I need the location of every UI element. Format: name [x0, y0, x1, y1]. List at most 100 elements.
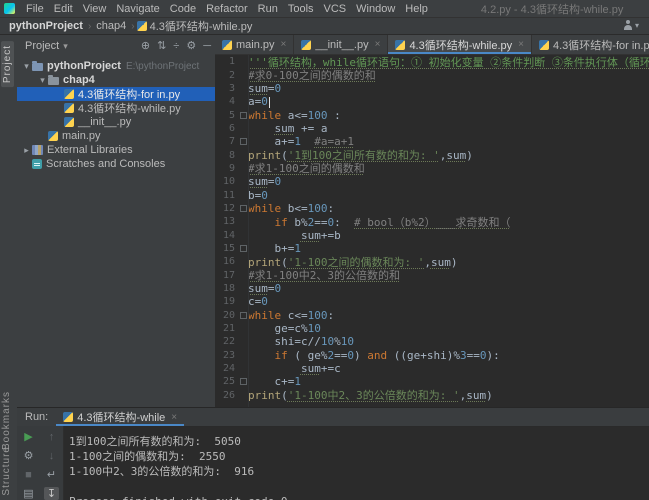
code-line[interactable]: 21 ge=c%10 [215, 322, 649, 335]
line-number: 25 [215, 376, 238, 387]
code-line[interactable]: 22 shi=c//10%10 [215, 335, 649, 348]
close-icon[interactable]: × [281, 39, 287, 50]
breadcrumb-item[interactable]: 4.3循环结构-while.py [147, 18, 256, 34]
gear-icon[interactable]: ⚙ [186, 41, 196, 52]
fold-marker-icon[interactable] [238, 205, 248, 212]
close-icon[interactable]: × [518, 39, 524, 50]
breadcrumb-item[interactable]: chap4 [93, 20, 129, 32]
tree-item-label: pythonProject [47, 60, 121, 72]
tool-button-project[interactable]: Project [1, 41, 14, 87]
folder-icon [48, 77, 59, 85]
run-toolbar-col2: ↑ ↓ ↵ ↧ [40, 426, 63, 500]
code-line[interactable]: 11b=0 [215, 188, 649, 201]
lib-icon [32, 145, 43, 155]
breadcrumb-item[interactable]: pythonProject [6, 20, 86, 32]
stop-button[interactable]: ■ [21, 468, 36, 481]
line-number: 17 [215, 270, 238, 281]
fold-marker-icon[interactable] [238, 112, 248, 119]
code-line[interactable]: 4a=0 [215, 95, 649, 108]
layout-icon[interactable]: ▤ [21, 487, 36, 500]
py-icon [301, 40, 311, 50]
chevron-down-icon[interactable]: ▾ [21, 61, 32, 72]
tree-item[interactable]: Scratches and Consoles [17, 157, 215, 171]
code-line[interactable]: 2#求0-100之间的偶数的和 [215, 68, 649, 81]
collapse-all-icon[interactable]: ⇅ [157, 41, 166, 52]
code-line[interactable]: 14 sum+=b [215, 228, 649, 241]
tree-item[interactable]: ▸ External Libraries [17, 143, 215, 157]
menu-refactor[interactable]: Refactor [201, 3, 253, 15]
locate-file-icon[interactable]: ⊕ [141, 41, 150, 52]
code-line[interactable]: 19c=0 [215, 295, 649, 308]
menu-vcs[interactable]: VCS [319, 3, 352, 15]
code-editor[interactable]: 1'''循环结构，while循环语句：① 初始化变量 ②条件判断 ③条件执行体（… [215, 55, 649, 407]
code-line[interactable]: 23 if ( ge%2==0) and ((ge+shi)%3==0): [215, 349, 649, 362]
menu-file[interactable]: File [21, 3, 49, 15]
editor-area: main.py×__init__.py×4.3循环结构-while.py×4.3… [215, 35, 649, 407]
chevron-right-icon[interactable]: ▸ [21, 145, 32, 156]
tree-item[interactable]: 4.3循环结构-for in.py [17, 87, 215, 101]
code-line[interactable]: 6 sum += a [215, 122, 649, 135]
fold-marker-icon[interactable] [238, 312, 248, 319]
py-icon [64, 103, 74, 113]
editor-tab[interactable]: main.py× [215, 35, 294, 54]
tool-button-bookmarks[interactable]: Bookmarks [1, 391, 12, 450]
code-line[interactable]: 13 if b%2==0: # bool（b%2）___求奇数和（ [215, 215, 649, 228]
code-line[interactable]: 18sum=0 [215, 282, 649, 295]
gutter-divider [248, 55, 249, 407]
project-panel-title[interactable]: Project [25, 40, 59, 52]
tool-button-structure[interactable]: Structure [1, 446, 12, 496]
tree-item[interactable]: __init__.py [17, 115, 215, 129]
menu-run[interactable]: Run [253, 3, 283, 15]
menu-view[interactable]: View [78, 3, 112, 15]
menu-code[interactable]: Code [165, 3, 201, 15]
project-tree: ▾pythonProjectE:\pythonProject▾chap44.3循… [17, 59, 215, 171]
run-tab[interactable]: 4.3循环结构-while × [56, 408, 184, 426]
tree-item-label: External Libraries [47, 144, 133, 156]
fold-marker-icon[interactable] [238, 138, 248, 145]
close-icon[interactable]: × [375, 39, 381, 50]
tree-item[interactable]: ▾pythonProjectE:\pythonProject [17, 59, 215, 73]
scroll-up-icon[interactable]: ↑ [44, 430, 59, 443]
code-line[interactable]: 24 sum+=c [215, 362, 649, 375]
menu-tools[interactable]: Tools [283, 3, 319, 15]
chevron-down-icon[interactable]: ▾ [37, 75, 48, 86]
tree-item[interactable]: main.py [17, 129, 215, 143]
editor-tab[interactable]: 4.3循环结构-while.py× [388, 35, 532, 54]
settings-wrench-icon[interactable]: ⚙ [21, 449, 36, 462]
tree-item[interactable]: ▾chap4 [17, 73, 215, 87]
menu-help[interactable]: Help [400, 3, 433, 15]
code-text: sum+=c [248, 362, 341, 375]
rerun-button[interactable]: ▶ [21, 430, 36, 443]
line-number: 4 [215, 96, 238, 107]
menu-edit[interactable]: Edit [49, 3, 78, 15]
code-text: c=0 [248, 295, 268, 308]
py-icon [137, 21, 147, 31]
console-line: Process finished with exit code 0 [69, 494, 645, 500]
close-icon[interactable]: × [171, 412, 177, 423]
py-icon [539, 40, 549, 50]
code-line[interactable]: 10sum=0 [215, 175, 649, 188]
hide-panel-icon[interactable]: ─ [203, 41, 211, 52]
fold-marker-icon[interactable] [238, 245, 248, 252]
scroll-down-icon[interactable]: ↓ [44, 449, 59, 462]
menu-window[interactable]: Window [351, 3, 400, 15]
editor-tab[interactable]: __init__.py× [294, 35, 388, 54]
code-line[interactable]: 9#求1-100之间的偶数和 [215, 162, 649, 175]
line-number: 1 [215, 56, 238, 67]
code-line[interactable]: 17#求1-100中2、3的公倍数的和 [215, 269, 649, 282]
scroll-end-icon[interactable]: ↧ [44, 487, 59, 500]
line-number: 13 [215, 216, 238, 227]
menu-navigate[interactable]: Navigate [111, 3, 164, 15]
run-toolbar-col1: ▶ ⚙ ■ ▤ [17, 426, 40, 500]
view-options-icon[interactable]: ÷ [173, 41, 179, 52]
code-line[interactable]: 3sum=0 [215, 82, 649, 95]
code-line[interactable]: 20while c<=100: [215, 309, 649, 322]
profile-button[interactable]: ▾ [623, 20, 639, 30]
code-line[interactable]: 5while a<=100 : [215, 108, 649, 121]
tree-item[interactable]: 4.3循环结构-while.py [17, 101, 215, 115]
fold-marker-icon[interactable] [238, 378, 248, 385]
code-line[interactable]: 26print('1-100中2、3的公倍数的和为: ',sum) [215, 389, 649, 402]
editor-tab[interactable]: 4.3循环结构-for in.py× [532, 35, 649, 54]
line-number: 14 [215, 230, 238, 241]
soft-wrap-icon[interactable]: ↵ [44, 468, 59, 481]
